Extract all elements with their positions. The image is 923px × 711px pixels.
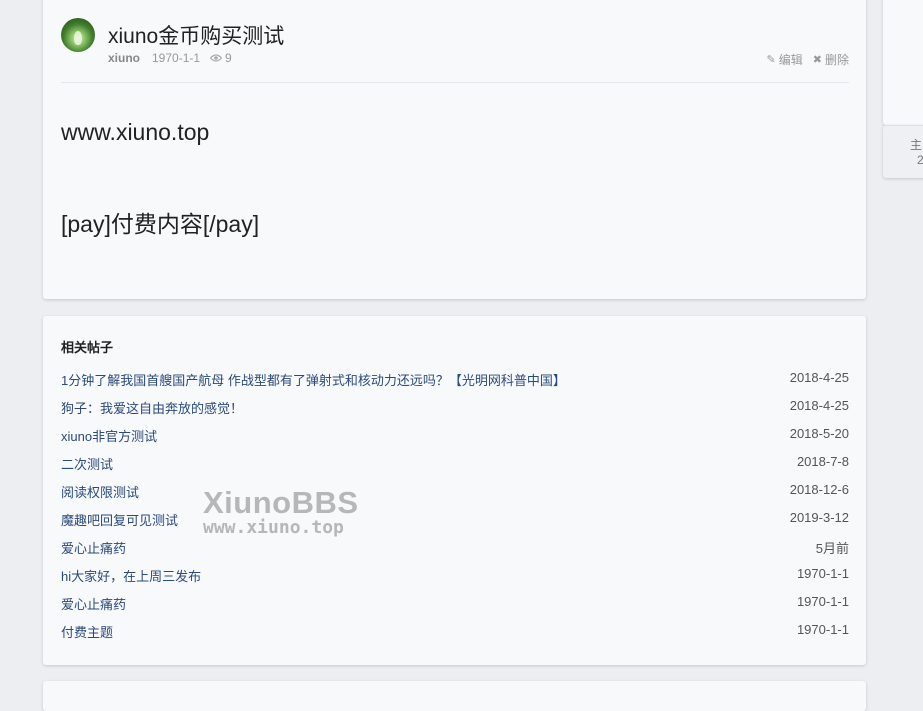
views-count: 9 [225,51,232,65]
related-post-date: 2018-7-8 [796,454,849,469]
list-item: 狗子：我爱这自由奔放的感觉！ 2018-4-25 [61,398,849,418]
related-post-link[interactable]: 1分钟了解我国首艘国产航母 作战型都有了弹射式和核动力还远吗？【光明网科普中国】 [61,370,566,389]
close-icon: ✖ [812,54,822,66]
edit-icon: ✎ [766,54,776,66]
post-body-line: www.xiuno.top [61,119,210,145]
post-views: 9 [210,51,232,65]
related-post-link[interactable]: 阅读权限测试 [61,482,139,501]
delete-button[interactable]: ✖ 删除 [813,51,849,68]
sidebar-stat-value: 2 [917,153,923,167]
related-post-date: 1970-1-1 [796,622,849,637]
sidebar-card [883,0,923,125]
related-post-link[interactable]: 爱心止痛药 [61,538,126,557]
next-card [43,681,866,711]
list-item: 阅读权限测试 2018-12-6 [61,482,849,502]
list-item: 爱心止痛药 1970-1-1 [61,594,849,614]
related-post-link[interactable]: 魔趣吧回复可见测试 [61,510,178,529]
related-post-date: 2018-12-6 [789,482,849,497]
delete-label: 删除 [824,53,849,67]
divider [61,82,849,83]
related-posts-card: 相关帖子 1分钟了解我国首艘国产航母 作战型都有了弹射式和核动力还远吗？【光明网… [43,316,866,665]
edit-button[interactable]: ✎ 编辑 [767,51,803,68]
sidebar-stat-label: 主 [910,138,923,152]
related-post-date: 2018-4-25 [789,398,849,413]
related-post-date: 1970-1-1 [796,594,849,609]
related-post-link[interactable]: 付费主题 [61,622,113,641]
eye-icon [210,54,223,62]
post-date: 1970-1-1 [152,51,201,65]
post-card: xiuno金币购买测试 xiuno 1970-1-1 9 ✎ 编辑 ✖ 删除 w… [43,0,866,299]
post-actions: ✎ 编辑 ✖ 删除 [767,51,849,68]
related-post-link[interactable]: 二次测试 [61,454,113,473]
related-post-date: 2018-4-25 [789,370,849,385]
related-post-link[interactable]: hi大家好，在上周三发布 [61,566,201,585]
list-item: xiuno非官方测试 2018-5-20 [61,426,849,446]
related-post-date: 2018-5-20 [789,426,849,441]
related-post-link[interactable]: 狗子：我爱这自由奔放的感觉！ [61,398,243,417]
post-author[interactable]: xiuno [108,51,140,65]
list-item: 付费主题 1970-1-1 [61,622,849,642]
related-post-link[interactable]: xiuno非官方测试 [61,426,157,445]
list-item: 二次测试 2018-7-8 [61,454,849,474]
list-item: hi大家好，在上周三发布 1970-1-1 [61,566,849,586]
related-post-date: 1970-1-1 [796,566,849,581]
list-item: 魔趣吧回复可见测试 2019-3-12 [61,510,849,530]
list-item: 1分钟了解我国首艘国产航母 作战型都有了弹射式和核动力还远吗？【光明网科普中国】… [61,370,849,390]
post-body-line: [pay]付费内容[/pay] [61,211,260,237]
list-item: 爱心止痛药 5月前 [61,538,849,558]
related-post-date: 5月前 [815,541,849,556]
avatar[interactable] [61,18,95,52]
related-post-link[interactable]: 爱心止痛药 [61,594,126,613]
section-title: 相关帖子 [61,340,114,355]
post-meta: xiuno 1970-1-1 9 [108,51,232,65]
edit-label: 编辑 [778,53,803,67]
post-title: xiuno金币购买测试 [108,25,285,48]
sidebar-stat: 主 2 [883,125,923,178]
related-post-date: 2019-3-12 [789,510,849,525]
